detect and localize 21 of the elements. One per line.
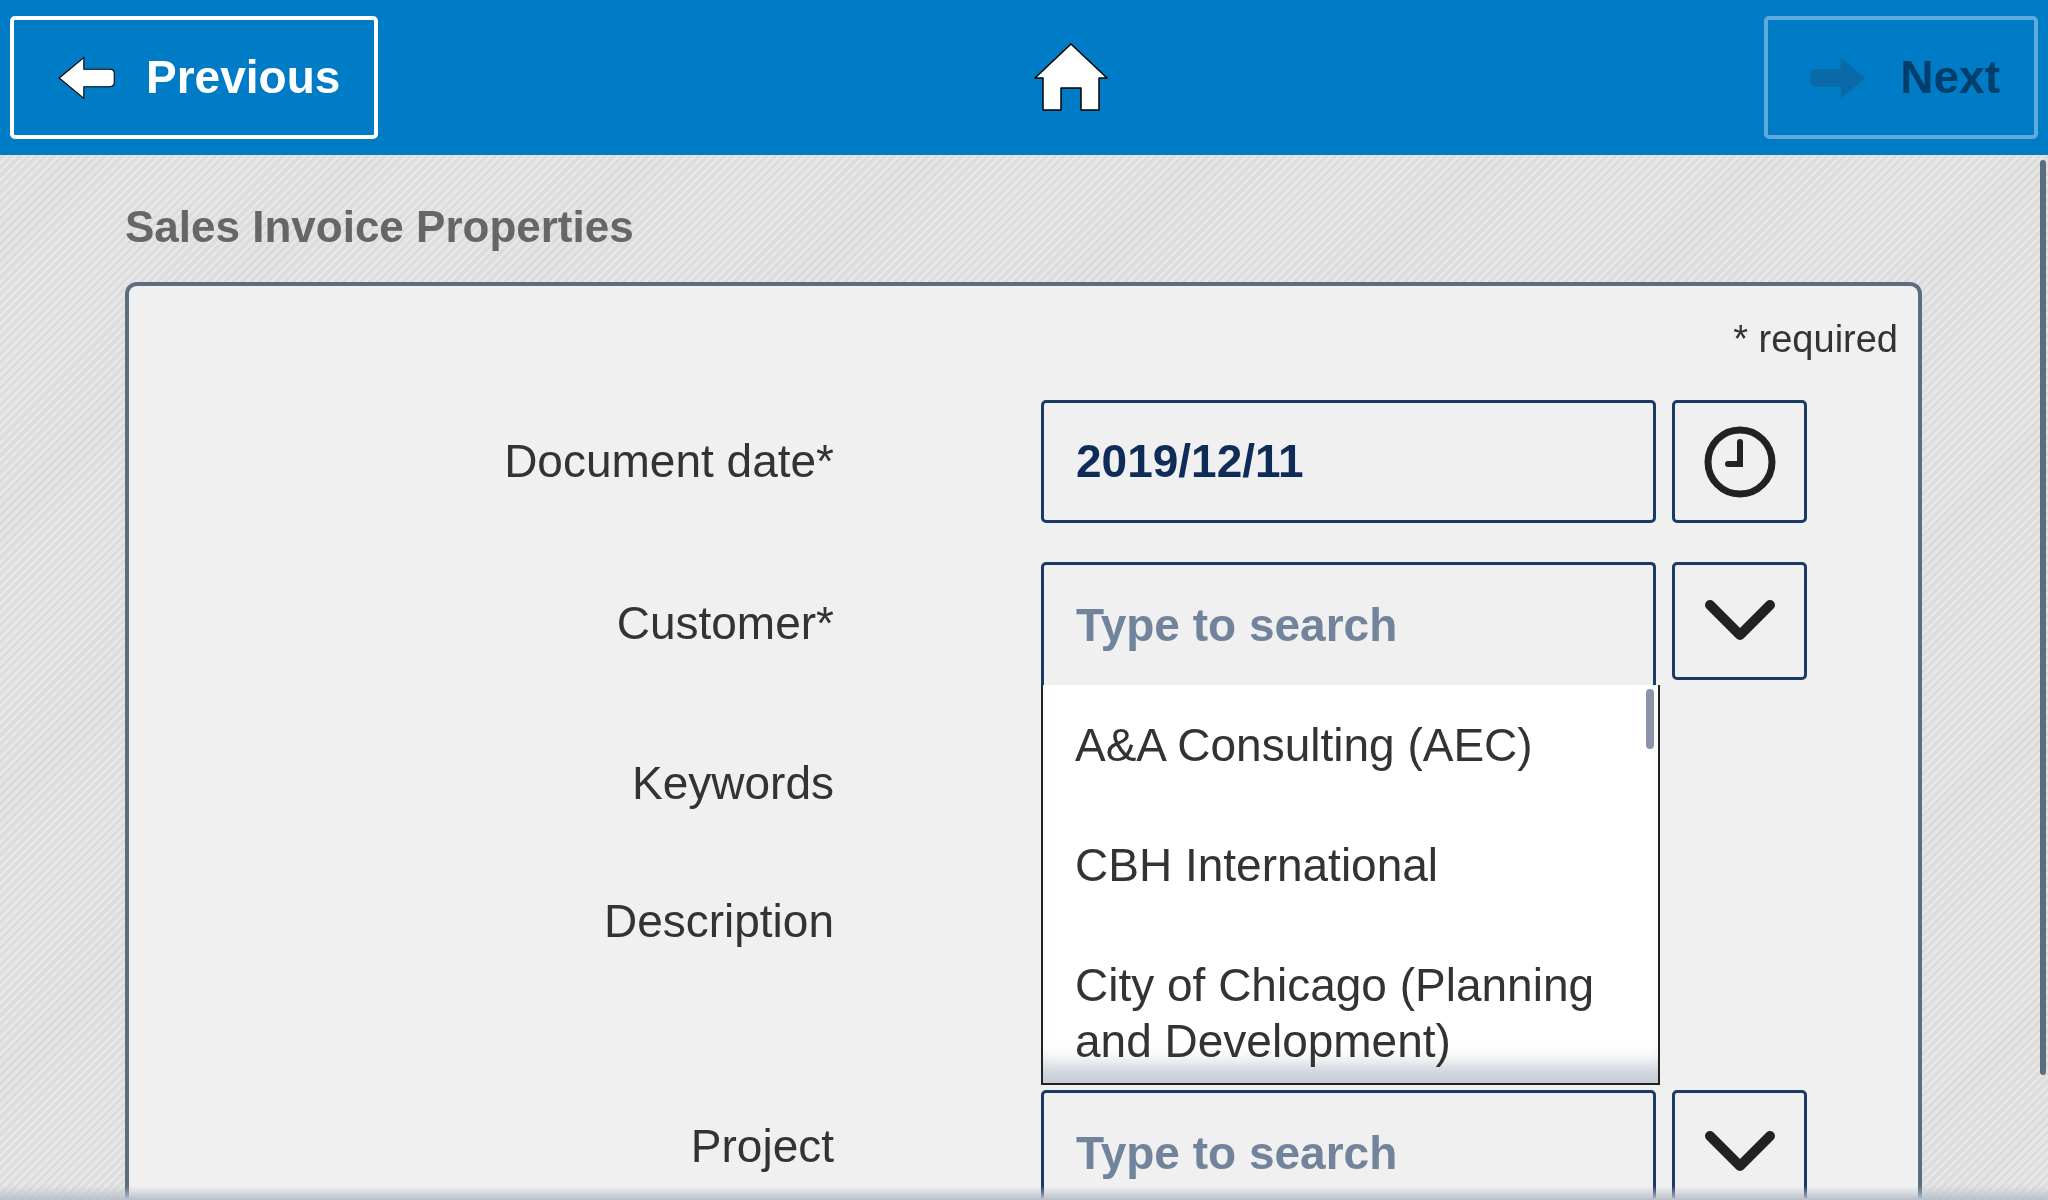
date-picker-button[interactable] xyxy=(1672,400,1807,523)
field-label: Customer* xyxy=(615,596,834,651)
field-label: Project xyxy=(689,1119,834,1174)
dropdown-option[interactable]: A&A Consulting (AEC) xyxy=(1043,717,1658,773)
dropdown-button[interactable] xyxy=(1672,562,1807,680)
page-title: Sales Invoice Properties xyxy=(125,201,635,253)
chevron-down-icon xyxy=(1703,1129,1776,1174)
field-label: Description xyxy=(602,894,834,949)
required-note: * required xyxy=(1732,317,1898,362)
scrollbar-thumb[interactable] xyxy=(2040,160,2046,1075)
chevron-down-icon xyxy=(1703,599,1776,643)
dropdown-option[interactable]: CBH International xyxy=(1043,837,1658,893)
field-label: Keywords xyxy=(631,756,834,811)
home-button[interactable] xyxy=(1033,41,1110,114)
field-label: Document date* xyxy=(503,434,834,489)
date-field[interactable]: 2019/12/11 xyxy=(1041,400,1656,523)
previous-button[interactable]: Previous xyxy=(10,16,379,139)
home-icon xyxy=(1033,41,1110,114)
dropdown-option[interactable]: City of Chicago (Planning and Development) xyxy=(1043,957,1658,1069)
dropdown-button[interactable] xyxy=(1672,1090,1807,1198)
scrollbar-thumb[interactable] xyxy=(1646,689,1654,749)
